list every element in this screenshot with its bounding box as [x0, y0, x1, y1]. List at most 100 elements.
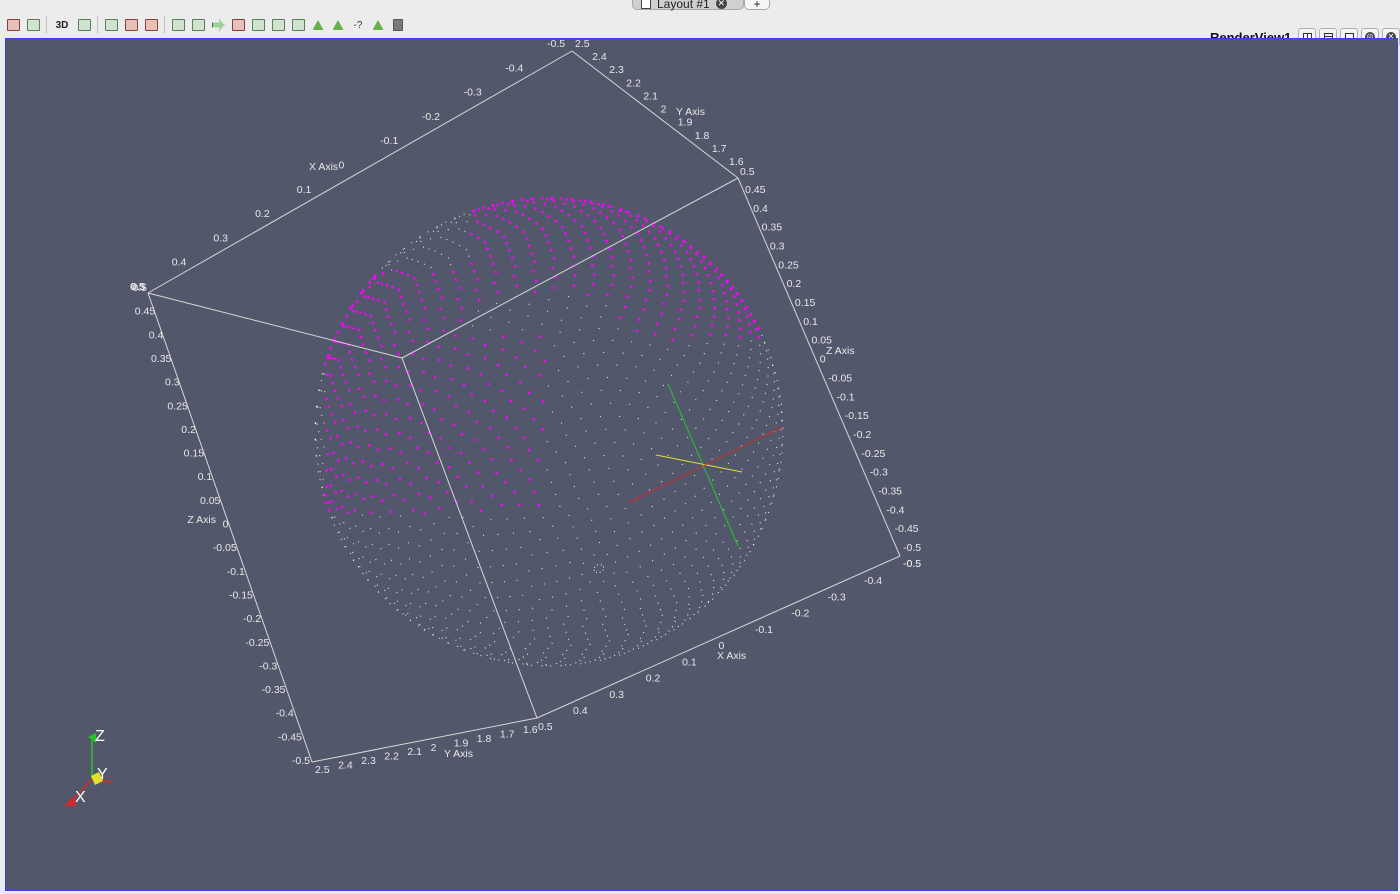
sphere-point — [640, 458, 642, 460]
sphere-point — [497, 533, 499, 536]
sphere-point — [541, 210, 544, 214]
sphere-point — [335, 475, 338, 478]
sphere-point — [409, 525, 411, 528]
sphere-point — [365, 481, 368, 484]
sphere-point — [592, 283, 595, 286]
sphere-point — [726, 441, 728, 443]
tick-label-left-z: 0.35 — [151, 353, 172, 365]
sphere-point — [759, 522, 761, 524]
sphere-point — [500, 503, 503, 507]
tick-label-left-z: -0.35 — [262, 684, 286, 696]
sphere-point — [445, 617, 447, 619]
sphere-point — [447, 229, 449, 231]
sphere-point — [495, 471, 498, 475]
sphere-point — [506, 446, 510, 449]
sphere-point — [465, 558, 467, 560]
sphere-point — [765, 489, 767, 491]
sphere-point — [659, 358, 661, 360]
sphere-point — [622, 648, 624, 650]
sphere-point — [629, 538, 631, 540]
sphere-point — [674, 547, 677, 549]
sphere-point — [681, 281, 685, 285]
sphere-point — [341, 442, 344, 446]
sphere-point — [521, 198, 524, 201]
sphere-point — [385, 483, 388, 486]
tick-label-left-z: -0.4 — [276, 708, 294, 720]
sphere-point — [492, 409, 495, 413]
tick-label-left-z: 0 — [223, 519, 229, 531]
sphere-point — [776, 462, 779, 465]
sphere-point — [459, 215, 461, 217]
sphere-point — [619, 390, 622, 392]
sphere-point — [383, 563, 385, 565]
sphere-point — [400, 252, 402, 254]
sphere-point — [494, 271, 498, 274]
sphere-point — [468, 461, 471, 465]
sphere-point — [336, 435, 339, 438]
sphere-point — [561, 422, 563, 424]
sphere-point — [560, 209, 564, 212]
sphere-point — [395, 269, 398, 273]
sphere-point — [505, 373, 508, 377]
sphere-point — [480, 509, 483, 512]
sphere-point — [494, 641, 496, 643]
sphere-point — [702, 594, 704, 596]
sphere-point — [665, 633, 667, 636]
sphere-point — [319, 455, 321, 457]
sphere-point — [456, 645, 458, 648]
tick-label-bottom-x: -0.3 — [828, 591, 846, 603]
sphere-point — [779, 395, 781, 397]
sphere-point — [733, 363, 735, 365]
sphere-point — [674, 510, 676, 512]
sphere-point — [337, 531, 339, 534]
sphere-point — [523, 205, 527, 208]
sphere-point — [373, 276, 377, 280]
sphere-point — [454, 278, 458, 282]
sphere-point — [647, 575, 649, 578]
sphere-point — [476, 236, 480, 240]
3d-scene[interactable]: -0.5-0.4-0.3-0.2-0.100.10.20.30.40.52.52… — [0, 0, 1400, 894]
sphere-point — [624, 219, 627, 223]
tick-label-bottom-x-end: -0.5 — [903, 558, 921, 570]
sphere-point — [362, 572, 364, 575]
sphere-point — [399, 451, 402, 455]
sphere-point — [372, 380, 376, 384]
sphere-point — [337, 459, 340, 462]
sphere-point — [483, 343, 487, 347]
sphere-point — [438, 637, 441, 639]
sphere-point — [479, 631, 481, 634]
sphere-point — [660, 636, 662, 638]
sphere-point — [459, 244, 461, 247]
center-axes — [627, 383, 783, 547]
sphere-point — [422, 318, 426, 322]
sphere-point — [560, 665, 562, 667]
sphere-point — [375, 428, 379, 431]
sphere-point — [598, 493, 600, 495]
sphere-point — [365, 572, 367, 574]
sphere-point — [561, 225, 564, 229]
sphere-point — [477, 208, 480, 211]
sphere-point — [465, 248, 468, 251]
sphere-point — [612, 339, 614, 341]
sphere-point — [637, 418, 639, 420]
sphere-point — [610, 518, 612, 520]
sphere-point — [643, 432, 645, 434]
center-axis-x — [627, 426, 783, 504]
sphere-point — [473, 438, 477, 442]
sphere-point — [708, 262, 712, 266]
sphere-point — [514, 426, 517, 429]
sphere-point — [427, 591, 430, 593]
sphere-point — [340, 538, 342, 541]
sphere-point — [770, 439, 772, 441]
sphere-point — [757, 514, 760, 516]
render-view[interactable]: -0.5 -0.4 -0.3 -0.2 -0.1 0 0.1 0.2 0.3 0.4 0.5 2.5 2… — [5, 38, 1398, 891]
sphere-point — [363, 295, 366, 298]
sphere-point — [515, 284, 519, 288]
sphere-point — [482, 223, 486, 226]
sphere-point — [738, 423, 740, 425]
sphere-point — [654, 595, 656, 597]
sphere-point — [647, 406, 649, 408]
sphere-point — [643, 620, 646, 622]
sphere-point — [359, 311, 362, 314]
sphere-point — [609, 402, 612, 404]
